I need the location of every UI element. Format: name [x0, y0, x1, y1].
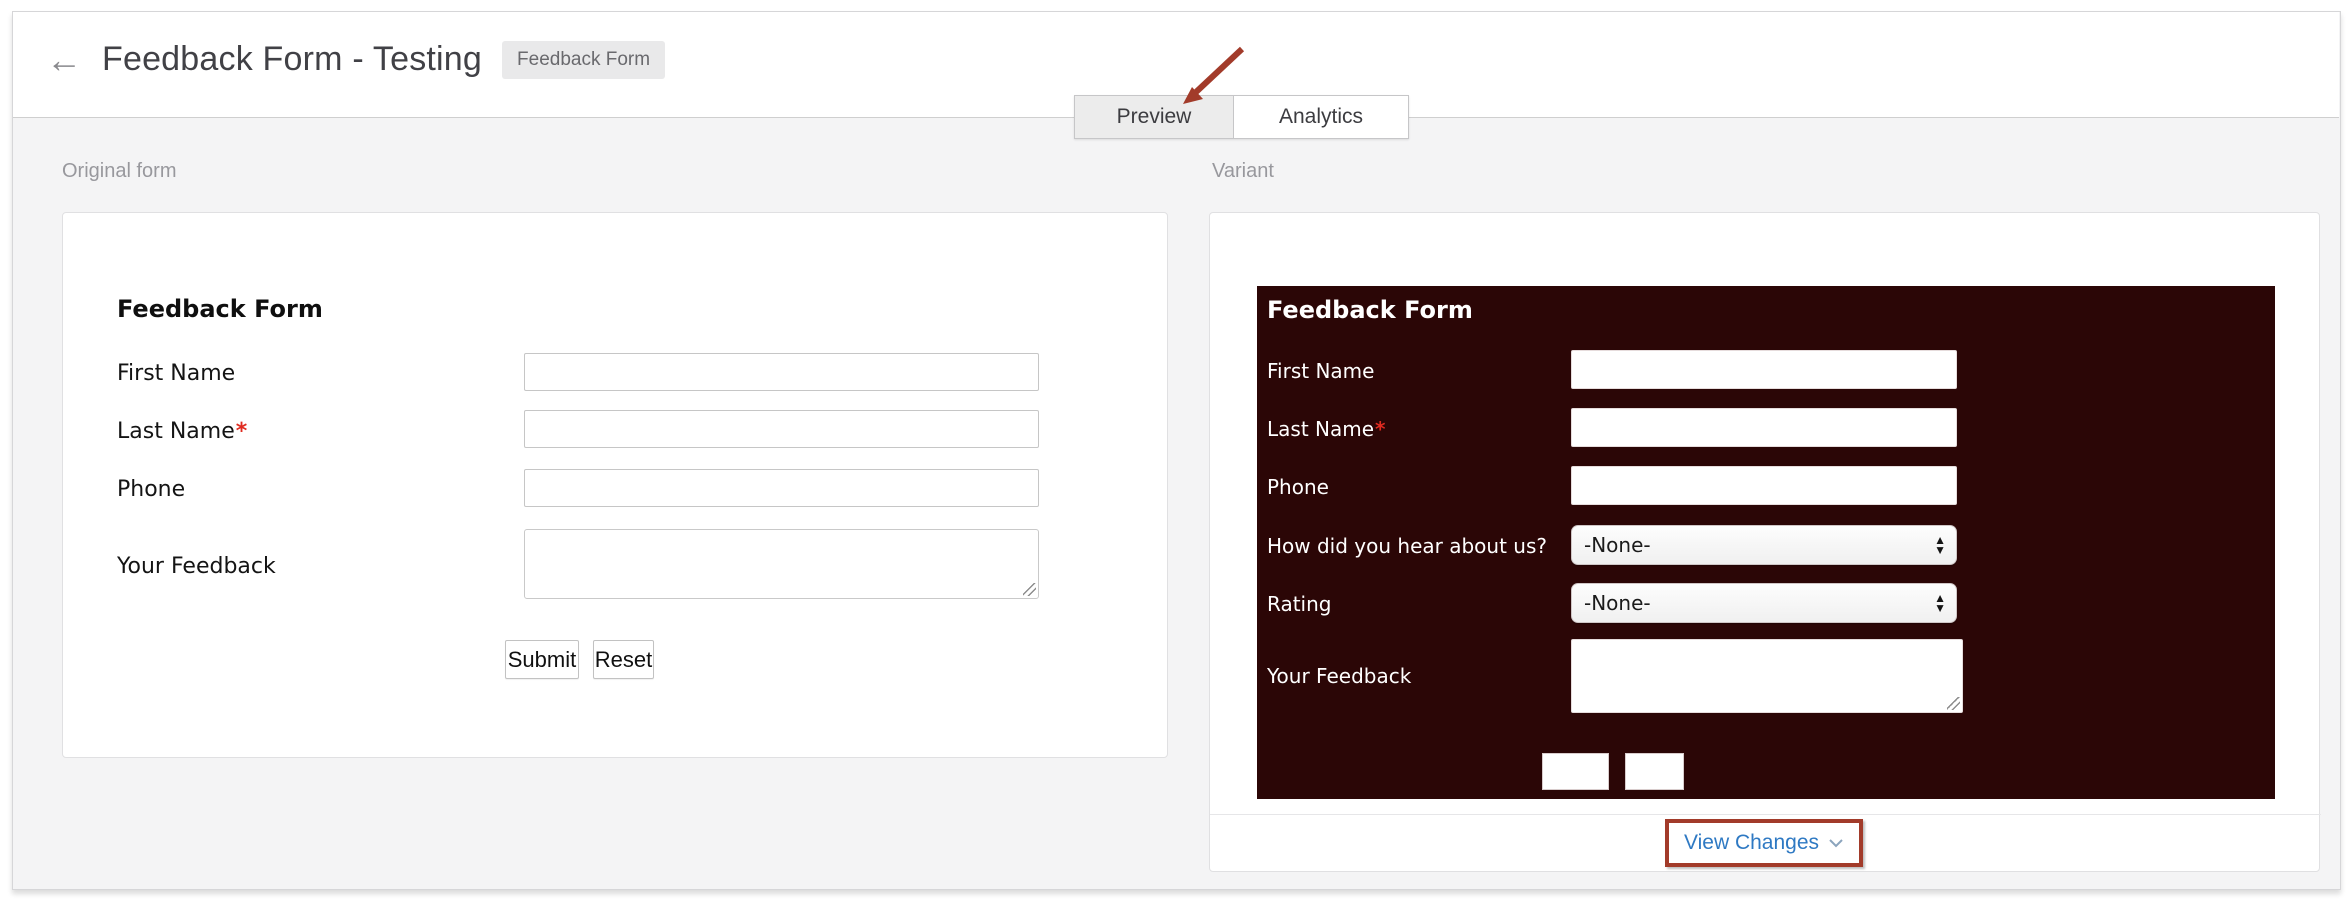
page-title: Feedback Form - Testing	[102, 40, 483, 78]
back-arrow-icon[interactable]: ←	[46, 41, 82, 78]
rating-select[interactable]: -None- ▲ ▼	[1571, 583, 1957, 623]
variant-form: Feedback Form First Name Last Name* Phon…	[1257, 286, 2275, 799]
your-feedback-label: Your Feedback	[117, 554, 276, 579]
required-asterisk: *	[1375, 417, 1386, 441]
resize-grip-icon	[1023, 583, 1036, 596]
your-feedback-textarea[interactable]	[524, 529, 1039, 599]
reset-button[interactable]: Reset	[593, 640, 654, 679]
first-name-label: First Name	[1267, 359, 1375, 383]
last-name-input[interactable]	[1571, 408, 1957, 447]
tab-preview[interactable]: Preview	[1074, 95, 1234, 139]
first-name-label: First Name	[117, 361, 236, 386]
card-divider	[1210, 814, 2321, 815]
last-name-label: Last Name*	[1267, 417, 1386, 441]
hear-about-us-label: How did you hear about us?	[1267, 534, 1547, 558]
form-title: Feedback Form	[1267, 296, 1473, 324]
preview-analytics-tabs: Preview Analytics	[1074, 95, 1409, 139]
select-value: -None-	[1584, 533, 1651, 557]
your-feedback-textarea[interactable]	[1571, 639, 1963, 713]
select-updown-icon: ▲ ▼	[1934, 533, 1946, 557]
first-name-input[interactable]	[524, 353, 1039, 391]
resize-grip-icon	[1947, 697, 1960, 710]
view-changes-button[interactable]: View Changes	[1665, 819, 1863, 867]
form-title: Feedback Form	[117, 295, 323, 323]
phone-label: Phone	[117, 477, 186, 502]
phone-input[interactable]	[1571, 466, 1957, 505]
variant-section-label: Variant	[1212, 160, 1274, 182]
submit-button[interactable]: Submit	[505, 640, 579, 679]
select-value: -None-	[1584, 591, 1651, 615]
submit-button[interactable]	[1542, 753, 1609, 790]
original-form-section-label: Original form	[62, 160, 177, 182]
variant-form-card: Feedback Form First Name Last Name* Phon…	[1209, 212, 2321, 872]
view-changes-label: View Changes	[1683, 831, 1820, 854]
rating-label: Rating	[1267, 592, 1332, 616]
original-form-card: Feedback Form First Name Last Name* Phon…	[62, 212, 1168, 758]
hear-about-us-select[interactable]: -None- ▲ ▼	[1571, 525, 1957, 565]
your-feedback-label: Your Feedback	[1267, 664, 1412, 688]
chevron-down-icon	[1829, 839, 1843, 848]
tab-analytics[interactable]: Analytics	[1233, 95, 1409, 139]
first-name-input[interactable]	[1571, 350, 1957, 389]
select-updown-icon: ▲ ▼	[1934, 591, 1946, 615]
phone-input[interactable]	[524, 469, 1039, 507]
header-row: ← Feedback Form - Testing Feedback Form	[46, 40, 666, 79]
form-type-badge: Feedback Form	[502, 40, 666, 79]
last-name-label: Last Name*	[117, 419, 248, 444]
required-asterisk: *	[235, 419, 248, 444]
ab-test-preview-page: ← Feedback Form - Testing Feedback Form …	[0, 0, 2352, 908]
reset-button[interactable]	[1625, 753, 1684, 790]
last-name-input[interactable]	[524, 410, 1039, 448]
phone-label: Phone	[1267, 475, 1329, 499]
